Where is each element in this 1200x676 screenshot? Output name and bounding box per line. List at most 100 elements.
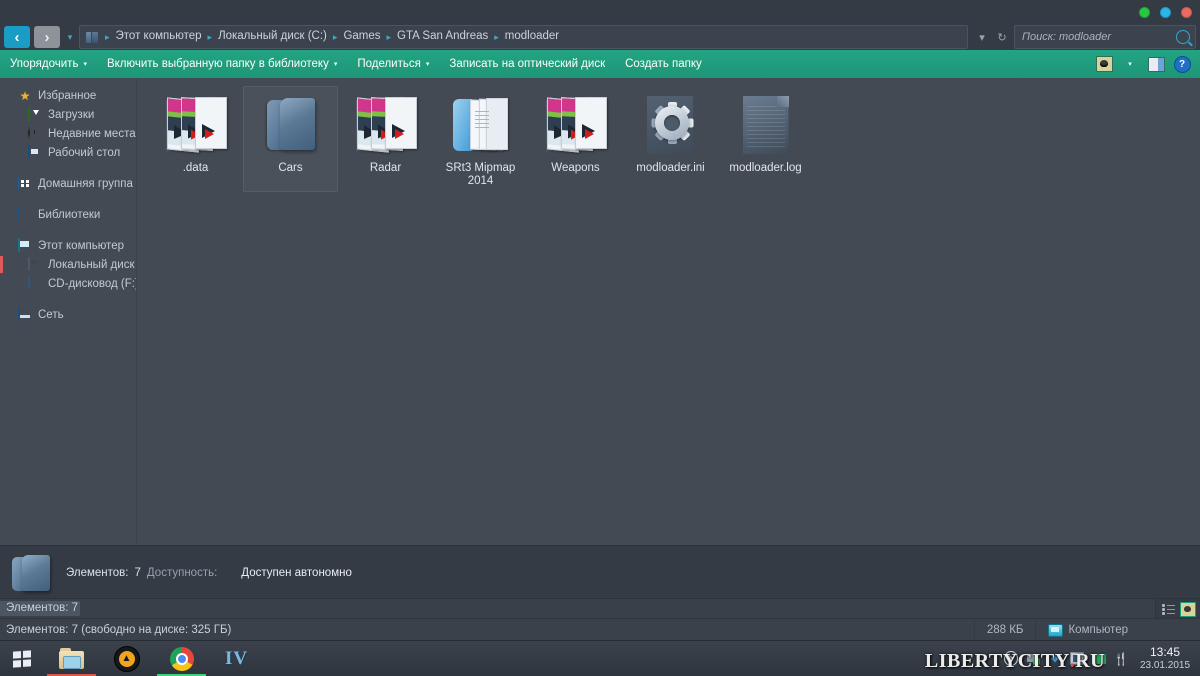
share-button[interactable]: Поделиться ▾ [347,50,439,78]
breadcrumb-bar[interactable]: ▸ Этот компьютер ▸ Локальный диск (C:) ▸… [79,25,968,49]
sidebar-item-network[interactable]: Сеть [0,305,136,324]
minimize-button[interactable] [1139,6,1150,18]
preview-pane-button[interactable] [1144,53,1168,75]
list-view-icon[interactable] [1162,603,1175,615]
view-mode-buttons [1162,599,1196,619]
file-item-label: .data [182,162,209,174]
cd-drive-icon [28,275,42,291]
scrollbar-track[interactable]: Элементов: 7 [0,599,1156,619]
file-item-label: SRt3 Mipmap 2014 [445,162,516,187]
folder-picture-icon [350,92,422,158]
organize-button[interactable]: Упорядочить ▾ [0,50,97,78]
chevron-down-icon: ▾ [979,31,985,44]
resize-grip[interactable] [1140,619,1200,641]
back-button[interactable]: ‹ [4,26,30,48]
breadcrumb-item-modloader[interactable]: modloader [500,29,564,45]
breadcrumb-item-gta-san-andreas[interactable]: GTA San Andreas [392,29,493,45]
sidebar-item-desktop[interactable]: Рабочий стол [0,143,136,162]
folder-picture-icon [160,92,232,158]
chevron-down-icon: ▾ [425,61,430,68]
sidebar-item-recent-places[interactable]: Недавние места [0,124,136,143]
status-bar: Элементов: 7 (свободно на диске: 325 ГБ)… [0,618,1200,641]
flag-icon[interactable] [1092,652,1106,666]
file-item-data[interactable]: .data [148,86,243,192]
horizontal-scroll-row[interactable]: Элементов: 7 [0,598,1200,619]
include-in-library-button[interactable]: Включить выбранную папку в библиотеку ▾ [97,50,347,78]
maximize-button[interactable] [1160,6,1171,18]
command-bar-right: ▾ ? [1092,53,1200,75]
folder-plain-icon [255,92,327,158]
start-button[interactable] [0,641,44,676]
file-item-label: Weapons [551,162,600,174]
file-item-label: modloader.ini [636,162,705,174]
search-icon[interactable] [1176,30,1190,44]
file-item-modloader-ini[interactable]: modloader.ini [623,86,718,192]
preview-pane-icon [1147,56,1165,72]
media-play-icon[interactable] [1004,651,1018,666]
navigation-pane[interactable]: ★ Избранное Загрузки Недавние места Рабо… [0,78,137,545]
file-item-weapons[interactable]: Weapons [528,86,623,192]
explorer-taskbar-button[interactable] [44,641,99,676]
sidebar-item-this-pc[interactable]: Этот компьютер [0,236,136,255]
taskbar-clock[interactable]: 13:45 23.01.2015 [1136,641,1194,676]
breadcrumb-item-games[interactable]: Games [338,29,385,45]
sidebar-item-label: Рабочий стол [48,146,121,159]
burn-to-disc-label: Записать на оптический диск [449,58,606,70]
address-bar: ‹ › ▾ ▸ Этот компьютер ▸ Локальный диск … [0,24,1200,50]
breadcrumb-item-this-pc[interactable]: Этот компьютер [111,29,207,45]
status-location-cell: Компьютер [1035,619,1140,641]
utility-icon[interactable]: 🍴 [1114,652,1129,666]
sidebar-item-homegroup[interactable]: Домашняя группа [0,174,136,193]
include-in-library-label: Включить выбранную папку в библиотеку [106,58,329,70]
forward-button[interactable]: › [34,26,60,48]
sidebar-item-downloads[interactable]: Загрузки [0,105,136,124]
sidebar-item-label: Библиотеки [38,208,101,221]
sidebar-item-local-disk-c[interactable]: Локальный диск (C [0,255,136,274]
sidebar-item-label: Избранное [38,89,97,102]
sidebar-item-label: Локальный диск (C [48,258,136,271]
help-button[interactable]: ? [1170,53,1194,75]
aimp-taskbar-button[interactable]: ▲ [99,641,154,676]
file-item-srt3-mipmap-2014[interactable]: SRt3 Mipmap 2014 [433,86,528,192]
sidebar-item-libraries[interactable]: Библиотеки [0,205,136,224]
burn-to-disc-button[interactable]: Записать на оптический диск [439,50,615,78]
screen-icon[interactable] [1070,652,1084,666]
file-item-radar[interactable]: Radar [338,86,433,192]
details-items-key: Элементов: [66,566,129,579]
change-view-button[interactable] [1092,53,1116,75]
new-folder-button[interactable]: Создать папку [615,50,712,78]
harddrive-icon [28,256,42,272]
history-dropdown-button[interactable]: ▾ [63,26,77,48]
search-input[interactable] [1020,30,1176,44]
back-chevron-icon: ‹ [14,28,20,46]
taskbar: ▲ IV ⌖ 🍴 13:45 23.01.2015 [0,640,1200,676]
bluetooth-icon[interactable]: ⌖ [1048,652,1062,666]
folder-book-icon [445,92,517,158]
file-item-modloader-log[interactable]: modloader.log [718,86,813,192]
sidebar-item-label: Недавние места [48,127,136,140]
breadcrumb-item-local-disk[interactable]: Локальный диск (C:) [213,29,332,45]
view-dropdown-button[interactable]: ▾ [1118,53,1142,75]
details-items-value: 7 [134,566,141,579]
chrome-taskbar-button[interactable] [154,641,209,676]
network-icon[interactable] [1026,652,1040,666]
search-box[interactable] [1014,25,1196,49]
sidebar-item-label: Этот компьютер [38,239,124,252]
clock-time: 13:45 [1149,644,1181,659]
sidebar-item-cd-drive-f[interactable]: CD-дисковод (F:) [0,274,136,293]
sidebar-item-label: Загрузки [48,108,95,121]
refresh-button[interactable]: ↻ [992,26,1012,48]
gta-iv-taskbar-button[interactable]: IV [209,641,264,676]
thumbnail-view-icon[interactable] [1180,601,1196,617]
star-icon: ★ [19,88,31,103]
details-availability-key: Доступность: [146,566,218,579]
file-item-cars[interactable]: Cars [243,86,338,192]
title-bar [0,0,1200,24]
folder-picture-icon [540,92,612,158]
explorer-window: ‹ › ▾ ▸ Этот компьютер ▸ Локальный диск … [0,0,1200,676]
sidebar-item-favorites[interactable]: ★ Избранное [0,86,136,105]
address-dropdown-button[interactable]: ▾ [972,26,992,48]
computer-icon [1048,623,1064,637]
file-list-view[interactable]: .data Cars Radar SRt3 Mipmap 2014 Weapon… [138,78,1200,545]
close-button[interactable] [1181,6,1192,18]
